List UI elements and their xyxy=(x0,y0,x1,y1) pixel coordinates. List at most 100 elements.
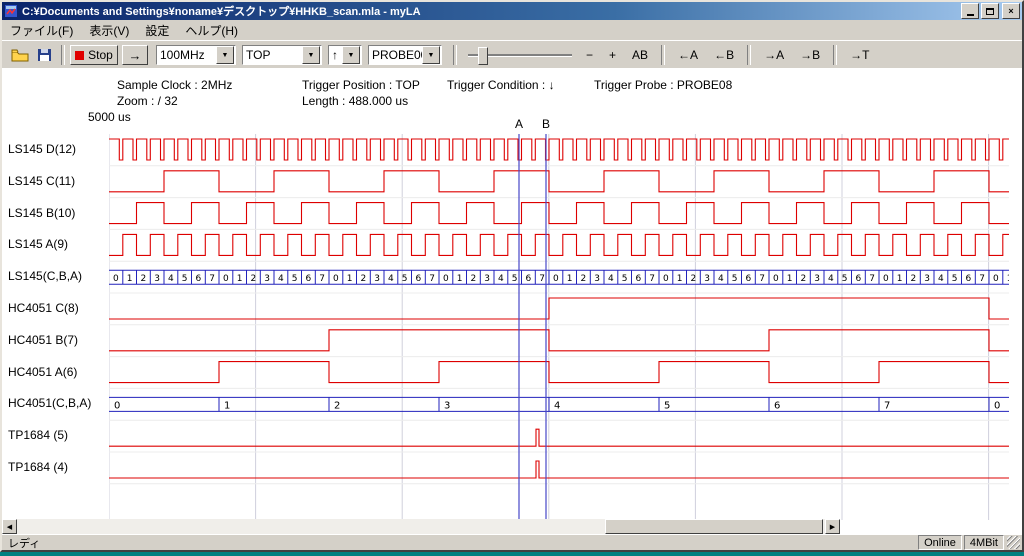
minimize-button[interactable] xyxy=(961,3,979,19)
slider-thumb[interactable] xyxy=(478,47,488,65)
channel-label: LS145 C(11) xyxy=(8,174,107,188)
svg-text:0: 0 xyxy=(223,274,229,284)
svg-text:3: 3 xyxy=(814,274,820,284)
dropdown-arrow-icon[interactable]: ▼ xyxy=(216,46,234,64)
svg-text:4: 4 xyxy=(278,274,284,284)
svg-text:0: 0 xyxy=(553,274,559,284)
svg-text:3: 3 xyxy=(154,274,160,284)
cursor-label[interactable]: B xyxy=(542,117,550,131)
svg-text:4: 4 xyxy=(498,274,504,284)
svg-text:6: 6 xyxy=(196,274,202,284)
run-button[interactable]: → xyxy=(122,45,148,65)
status-bar: レディ Online 4MBit xyxy=(2,534,1022,550)
svg-text:0: 0 xyxy=(993,274,999,284)
svg-text:1: 1 xyxy=(897,274,903,284)
svg-text:0: 0 xyxy=(114,400,120,411)
stop-label: Stop xyxy=(88,48,113,62)
svg-text:3: 3 xyxy=(704,274,710,284)
svg-text:3: 3 xyxy=(484,274,490,284)
close-button[interactable]: × xyxy=(1002,3,1020,19)
menu-settings[interactable]: 設定 xyxy=(137,20,177,41)
save-button[interactable] xyxy=(32,44,56,66)
trigger-edge-value: ↑ xyxy=(329,48,342,62)
open-file-button[interactable] xyxy=(8,44,32,66)
svg-text:1: 1 xyxy=(127,274,133,284)
svg-text:1: 1 xyxy=(567,274,573,284)
svg-text:2: 2 xyxy=(141,274,147,284)
menu-file[interactable]: ファイル(F) xyxy=(2,20,81,41)
channel-label: TP1684 (5) xyxy=(8,428,107,442)
goto-cursor-b-button[interactable]: ←B xyxy=(707,46,741,64)
svg-text:6: 6 xyxy=(526,274,532,284)
goto-trigger-button[interactable]: →T xyxy=(843,46,876,64)
stop-icon xyxy=(75,51,84,60)
scrollbar-track[interactable] xyxy=(17,519,825,534)
channel-label: LS145(C,B,A) xyxy=(8,269,107,283)
svg-text:7: 7 xyxy=(869,274,875,284)
sample-clock-value: 100MHz xyxy=(157,48,216,62)
resize-grip[interactable] xyxy=(1007,536,1020,549)
goto-cursor-a-button[interactable]: ←A xyxy=(671,46,705,64)
cursor-label[interactable]: A xyxy=(515,117,523,131)
trigger-position-select[interactable]: TOP ▼ xyxy=(242,45,322,65)
horizontal-scrollbar[interactable]: ◀ ▶ xyxy=(2,519,840,534)
svg-text:2: 2 xyxy=(471,274,477,284)
svg-text:7: 7 xyxy=(209,274,215,284)
dropdown-arrow-icon[interactable]: ▼ xyxy=(302,46,320,64)
sample-clock-info: Sample Clock : 2MHz xyxy=(117,78,232,92)
svg-text:5: 5 xyxy=(292,274,298,284)
toolbar-separator xyxy=(747,45,751,65)
svg-text:2: 2 xyxy=(911,274,917,284)
svg-text:0: 0 xyxy=(333,274,339,284)
svg-text:6: 6 xyxy=(306,274,312,284)
waveform-area[interactable]: 0123456701234567012345670123456701234567… xyxy=(109,134,1009,525)
trigger-edge-select[interactable]: ↑ ▼ xyxy=(328,45,362,65)
time-origin-label: 5000 us xyxy=(88,110,131,124)
dropdown-arrow-icon[interactable]: ▼ xyxy=(422,46,440,64)
toolbar-separator xyxy=(661,45,665,65)
move-cursor-a-button[interactable]: →A xyxy=(757,46,791,64)
sample-clock-select[interactable]: 100MHz ▼ xyxy=(156,45,236,65)
svg-text:3: 3 xyxy=(594,274,600,284)
zoom-in-button[interactable]: + xyxy=(602,46,623,64)
svg-text:3: 3 xyxy=(264,274,270,284)
scrollbar-thumb[interactable] xyxy=(605,519,823,534)
channel-label: LS145 A(9) xyxy=(8,237,107,251)
ab-button[interactable]: AB xyxy=(625,46,655,64)
svg-text:5: 5 xyxy=(664,400,670,411)
svg-text:0: 0 xyxy=(113,274,119,284)
trigger-probe-value: PROBE00 xyxy=(369,48,422,62)
svg-text:0: 0 xyxy=(443,274,449,284)
svg-text:4: 4 xyxy=(168,274,174,284)
svg-text:2: 2 xyxy=(251,274,257,284)
app-icon xyxy=(4,4,18,18)
scroll-left-icon[interactable]: ◀ xyxy=(2,519,17,534)
svg-text:1: 1 xyxy=(1007,274,1009,284)
menu-view[interactable]: 表示(V) xyxy=(81,20,137,41)
trigger-probe-select[interactable]: PROBE00 ▼ xyxy=(368,45,442,65)
dropdown-arrow-icon[interactable]: ▼ xyxy=(342,46,360,64)
svg-text:5: 5 xyxy=(622,274,628,284)
svg-text:0: 0 xyxy=(663,274,669,284)
toolbar: Stop → 100MHz ▼ TOP ▼ ↑ ▼ PROBE00 ▼ − + … xyxy=(2,40,1022,70)
folder-open-icon xyxy=(11,48,29,62)
svg-text:2: 2 xyxy=(691,274,697,284)
menu-help[interactable]: ヘルプ(H) xyxy=(177,20,246,41)
svg-text:1: 1 xyxy=(457,274,463,284)
trigger-condition-info: Trigger Condition : ↓ xyxy=(447,78,555,92)
svg-text:3: 3 xyxy=(924,274,930,284)
svg-text:2: 2 xyxy=(361,274,367,284)
svg-text:7: 7 xyxy=(884,400,890,411)
svg-text:3: 3 xyxy=(374,274,380,284)
svg-text:2: 2 xyxy=(334,400,340,411)
zoom-out-button[interactable]: − xyxy=(579,46,600,64)
svg-text:0: 0 xyxy=(883,274,889,284)
stop-button[interactable]: Stop xyxy=(70,45,118,65)
zoom-slider[interactable] xyxy=(468,45,572,65)
scroll-right-icon[interactable]: ▶ xyxy=(825,519,840,534)
svg-text:7: 7 xyxy=(539,274,545,284)
maximize-button[interactable] xyxy=(981,3,999,19)
svg-text:1: 1 xyxy=(237,274,243,284)
move-cursor-b-button[interactable]: →B xyxy=(793,46,827,64)
svg-text:6: 6 xyxy=(966,274,972,284)
